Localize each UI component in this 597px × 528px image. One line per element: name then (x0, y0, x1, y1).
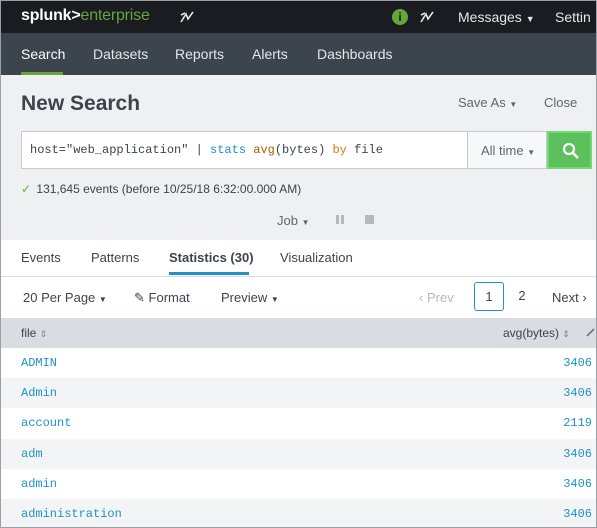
table-row: Admin 3406 (1, 378, 596, 408)
messages-label: Messages (458, 9, 522, 25)
save-as-label: Save As (458, 95, 506, 110)
cell-file[interactable]: admin (21, 477, 57, 491)
job-label: Job (277, 213, 298, 228)
pencil-icon: ✎ (134, 290, 145, 305)
chevron-down-icon: ▼ (509, 100, 518, 109)
check-icon: ✓ (21, 182, 32, 196)
table-row: ADMIN 3406 (1, 348, 596, 378)
search-icon (562, 142, 579, 159)
search-status: ✓ 131,645 events (before 10/25/18 6:32:0… (21, 182, 301, 196)
splunk-logo[interactable]: splunk>enterprise (21, 7, 150, 25)
activity-icon[interactable] (179, 9, 195, 25)
chevron-down-icon: ▼ (98, 295, 107, 304)
tab-statistics[interactable]: Statistics (30) (169, 250, 254, 265)
query-command: stats (210, 143, 247, 157)
preview-label: Preview (221, 290, 268, 305)
page-title: New Search (21, 92, 141, 115)
tab-patterns[interactable]: Patterns (91, 250, 139, 265)
table-row: account 2119 (1, 408, 596, 438)
nav-tab-alerts[interactable]: Alerts (252, 46, 288, 62)
close-button[interactable]: Close (544, 95, 577, 110)
splunk-window: splunk>enterprise i Messages ▼ Settin Se… (0, 0, 597, 528)
stop-icon[interactable] (365, 215, 374, 224)
cell-file[interactable]: Admin (21, 386, 57, 400)
chevron-down-icon: ▼ (270, 295, 279, 304)
query-prefix: host="web_application" | (30, 143, 211, 157)
query-argument: (bytes) (274, 143, 326, 157)
app-nav: Search Datasets Reports Alerts Dashboard… (1, 33, 596, 75)
query-field: file (354, 143, 383, 157)
per-page-label: 20 Per Page (23, 290, 96, 305)
next-page-button[interactable]: Next › (552, 290, 587, 305)
chevron-left-icon: ‹ (419, 290, 424, 305)
messages-menu[interactable]: Messages ▼ (458, 9, 535, 25)
cell-file[interactable]: ADMIN (21, 356, 57, 370)
column-label: avg(bytes) (503, 326, 560, 340)
top-bar: splunk>enterprise i Messages ▼ Settin (1, 1, 596, 33)
table-row: admin 3406 (1, 469, 596, 499)
nav-tab-search[interactable]: Search (21, 46, 65, 62)
format-button[interactable]: ✎ Format (134, 290, 190, 306)
logo-main: splunk> (21, 7, 81, 24)
pencil-icon[interactable] (585, 326, 597, 338)
chevron-down-icon: ▼ (525, 14, 535, 24)
nav-tab-datasets[interactable]: Datasets (93, 46, 148, 62)
save-as-menu[interactable]: Save As ▼ (458, 95, 517, 110)
table-row: adm 3406 (1, 439, 596, 469)
event-count-text: 131,645 events (before 10/25/18 6:32:00.… (36, 182, 302, 196)
time-range-picker[interactable]: All time ▼ (467, 131, 547, 169)
divider (1, 276, 596, 277)
preview-menu[interactable]: Preview ▼ (221, 290, 279, 305)
prev-page-button[interactable]: ‹ Prev (419, 290, 454, 305)
logo-sub: enterprise (80, 7, 150, 24)
pause-icon[interactable] (335, 214, 345, 225)
job-menu[interactable]: Job ▼ (277, 213, 310, 228)
sort-icon: ⇕ (39, 329, 48, 339)
table-header: file ⇕ avg(bytes) ⇕ (1, 318, 597, 348)
search-input[interactable]: host="web_application" | stats avg(bytes… (21, 131, 469, 169)
next-label: Next (552, 290, 579, 305)
column-header-avg-bytes[interactable]: avg(bytes) ⇕ (503, 326, 570, 340)
cell-avg-bytes[interactable]: 3406 (563, 477, 592, 491)
settings-menu[interactable]: Settin (555, 9, 591, 25)
per-page-menu[interactable]: 20 Per Page ▼ (23, 290, 107, 305)
page-1-button[interactable]: 1 (474, 282, 504, 311)
cell-file[interactable]: administration (21, 507, 122, 521)
cell-avg-bytes[interactable]: 3406 (563, 447, 592, 461)
cell-avg-bytes[interactable]: 3406 (563, 507, 592, 521)
health-status-icon[interactable]: i (392, 9, 408, 25)
chevron-down-icon: ▼ (301, 218, 310, 227)
cell-avg-bytes[interactable]: 2119 (563, 416, 592, 430)
cell-avg-bytes[interactable]: 3406 (563, 386, 592, 400)
tab-visualization[interactable]: Visualization (280, 250, 353, 265)
chevron-right-icon: › (582, 290, 587, 305)
cell-avg-bytes[interactable]: 3406 (563, 356, 592, 370)
nav-tab-reports[interactable]: Reports (175, 46, 224, 62)
search-query: host="web_application" | stats avg(bytes… (30, 143, 383, 157)
chevron-down-icon: ▼ (527, 148, 536, 157)
format-label: Format (148, 290, 190, 305)
table-row: administration 3406 (1, 499, 596, 527)
column-header-file[interactable]: file ⇕ (21, 326, 47, 340)
settings-label: Settin (555, 9, 591, 25)
cell-file[interactable]: adm (21, 447, 43, 461)
active-result-tab-indicator (169, 272, 249, 275)
nav-tab-dashboards[interactable]: Dashboards (317, 46, 393, 62)
query-function: avg (253, 143, 275, 157)
cell-file[interactable]: account (21, 416, 71, 430)
query-keyword: by (332, 143, 347, 157)
column-label: file (21, 326, 37, 340)
prev-label: Prev (426, 290, 454, 305)
tab-events[interactable]: Events (21, 250, 61, 265)
sort-icon: ⇕ (562, 329, 570, 339)
page-2-button[interactable]: 2 (507, 282, 537, 311)
search-button[interactable] (547, 131, 592, 169)
time-range-label: All time (481, 143, 524, 158)
activity-icon[interactable] (419, 9, 435, 25)
